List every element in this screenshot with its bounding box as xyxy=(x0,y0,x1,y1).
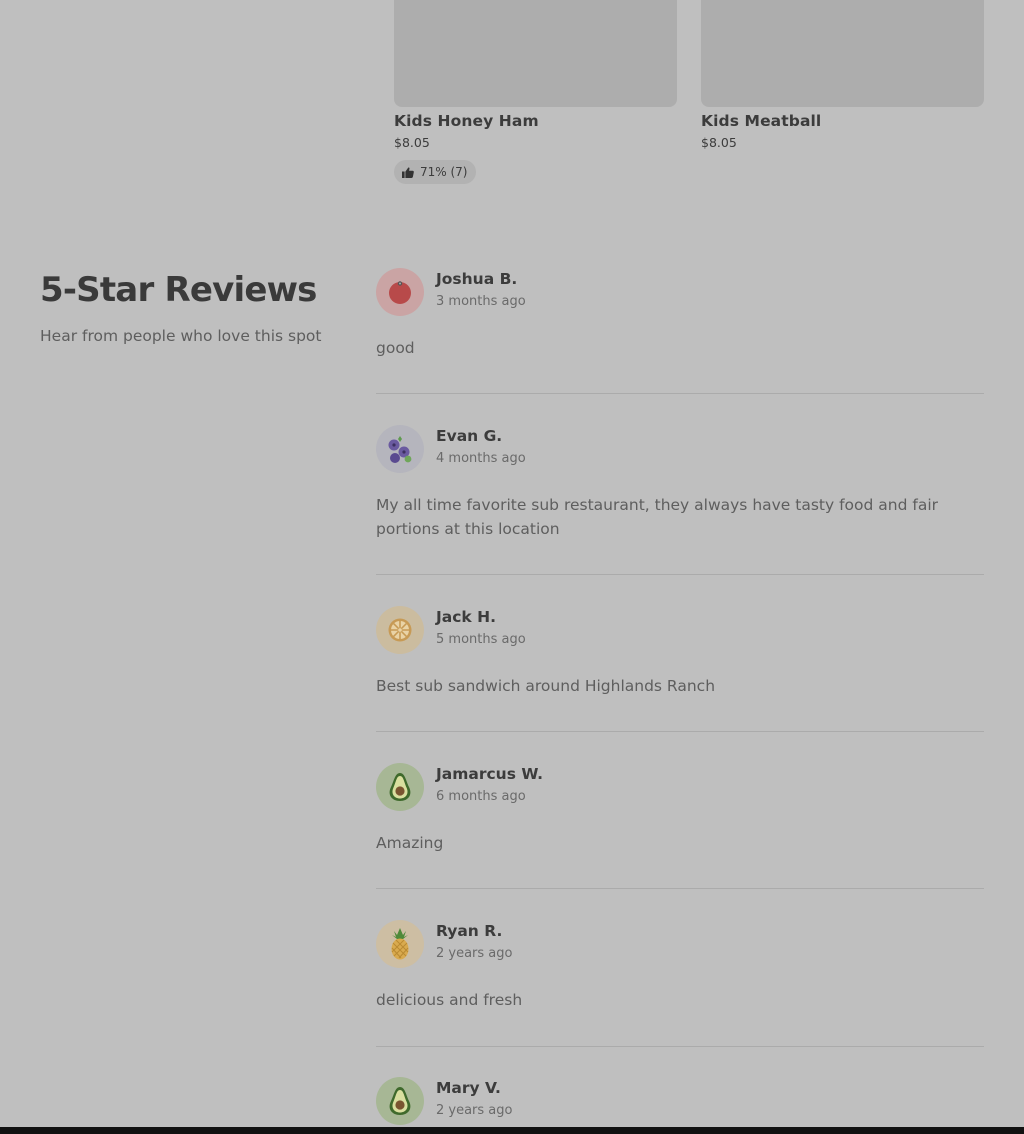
pineapple-icon xyxy=(391,928,409,960)
review-date: 3 months ago xyxy=(436,294,526,309)
menu-item-card[interactable]: Kids Honey Ham $8.05 71% (7) xyxy=(394,0,677,184)
review-date: 2 years ago xyxy=(436,946,513,961)
tomato-icon xyxy=(389,281,411,304)
avocado-icon xyxy=(389,1087,411,1115)
orange-slice-icon xyxy=(388,618,412,642)
divider xyxy=(376,574,984,575)
menu-item-image[interactable] xyxy=(701,0,984,107)
avatar xyxy=(376,606,424,654)
menu-item-name: Kids Meatball xyxy=(701,112,822,130)
divider xyxy=(376,393,984,394)
review-date: 4 months ago xyxy=(436,451,526,466)
menu-item-price: $8.05 xyxy=(701,135,737,150)
avatar xyxy=(376,1077,424,1125)
review-text: My all time favorite sub restaurant, the… xyxy=(376,496,939,538)
thumbs-up-icon xyxy=(402,166,414,178)
menu-item-name: Kids Honey Ham xyxy=(394,112,539,130)
rating-text: 71% (7) xyxy=(420,165,468,179)
section-subtitle: Hear from people who love this spot xyxy=(40,327,322,345)
review-date: 2 years ago xyxy=(436,1103,513,1118)
avatar xyxy=(376,425,424,473)
divider xyxy=(376,888,984,889)
menu-item-card[interactable]: Kids Meatball $8.05 xyxy=(701,0,984,151)
avocado-icon xyxy=(389,773,411,801)
reviewer-name: Ryan R. xyxy=(436,922,503,940)
avatar xyxy=(376,268,424,316)
avatar xyxy=(376,763,424,811)
reviewer-name: Mary V. xyxy=(436,1079,501,1097)
menu-item-image[interactable] xyxy=(394,0,677,107)
review-text: delicious and fresh xyxy=(376,991,523,1009)
divider xyxy=(376,731,984,732)
reviewer-name: Evan G. xyxy=(436,427,503,445)
reviewer-name: Joshua B. xyxy=(436,270,518,288)
review-text: good xyxy=(376,339,415,357)
reviewer-name: Jack H. xyxy=(436,608,496,626)
review-date: 6 months ago xyxy=(436,789,526,804)
review-text: Amazing xyxy=(376,834,444,852)
review-date: 5 months ago xyxy=(436,632,526,647)
bottom-edge-bar xyxy=(0,1127,1024,1134)
rating-badge: 71% (7) xyxy=(394,160,477,184)
menu-item-price: $8.05 xyxy=(394,135,430,150)
reviewer-name: Jamarcus W. xyxy=(436,765,544,783)
blueberry-icon xyxy=(388,436,412,463)
avatar xyxy=(376,920,424,968)
section-title: 5-Star Reviews xyxy=(40,270,317,310)
divider xyxy=(376,1046,984,1047)
review-text: Best sub sandwich around Highlands Ranch xyxy=(376,677,716,695)
